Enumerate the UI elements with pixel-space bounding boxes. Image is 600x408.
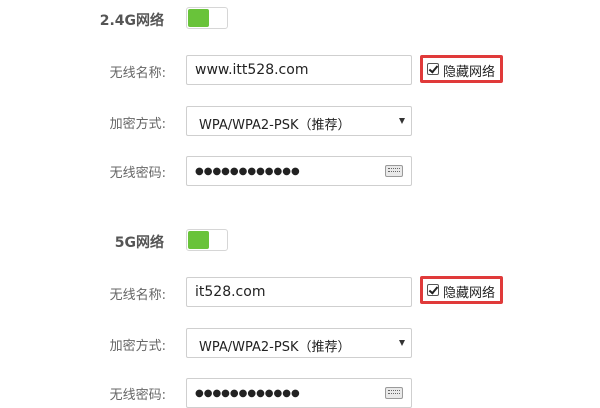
keyboard-icon[interactable] (385, 387, 403, 399)
band5-password-label: 无线密码: (109, 388, 166, 403)
band5-hide-label: 隐藏网络 (443, 286, 496, 301)
band24-encryption-select[interactable]: WPA/WPA2-PSK（推荐） (186, 106, 412, 136)
band24-title: 2.4G网络 (99, 13, 164, 29)
band24-password-input[interactable]: ●●●●●●●●●●●● (186, 156, 412, 186)
band24-hide-label: 隐藏网络 (443, 65, 496, 80)
band24-hide-network[interactable]: 隐藏网络 (420, 55, 503, 83)
band5-password-mask: ●●●●●●●●●●●● (195, 388, 300, 399)
dropdown-caret-icon (399, 118, 405, 124)
band5-title: 5G网络 (114, 235, 164, 251)
band24-ssid-value: www.itt528.com (195, 62, 309, 78)
band5-toggle[interactable] (186, 229, 228, 251)
band24-ssid-label: 无线名称: (109, 66, 166, 81)
band24-toggle[interactable] (186, 7, 228, 29)
checkbox-checked-icon[interactable] (427, 284, 439, 296)
band24-ssid-input[interactable]: www.itt528.com (186, 55, 412, 85)
toggle-on-indicator (188, 231, 209, 249)
band5-ssid-input[interactable]: it528.com (186, 277, 412, 307)
band5-ssid-label: 无线名称: (109, 288, 166, 303)
band5-hide-network[interactable]: 隐藏网络 (420, 276, 503, 304)
dropdown-caret-icon (399, 340, 405, 346)
keyboard-icon[interactable] (385, 165, 403, 177)
band5-password-input[interactable]: ●●●●●●●●●●●● (186, 378, 412, 408)
band24-password-label: 无线密码: (109, 166, 166, 181)
band5-encryption-label: 加密方式: (109, 339, 166, 354)
band5-ssid-value: it528.com (195, 284, 266, 300)
band5-encryption-select[interactable]: WPA/WPA2-PSK（推荐） (186, 328, 412, 358)
checkbox-checked-icon[interactable] (427, 63, 439, 75)
toggle-on-indicator (188, 9, 209, 27)
band24-encryption-label: 加密方式: (109, 117, 166, 132)
band24-password-mask: ●●●●●●●●●●●● (195, 166, 300, 177)
band24-encryption-value: WPA/WPA2-PSK（推荐） (199, 118, 351, 133)
band5-encryption-value: WPA/WPA2-PSK（推荐） (199, 340, 351, 355)
